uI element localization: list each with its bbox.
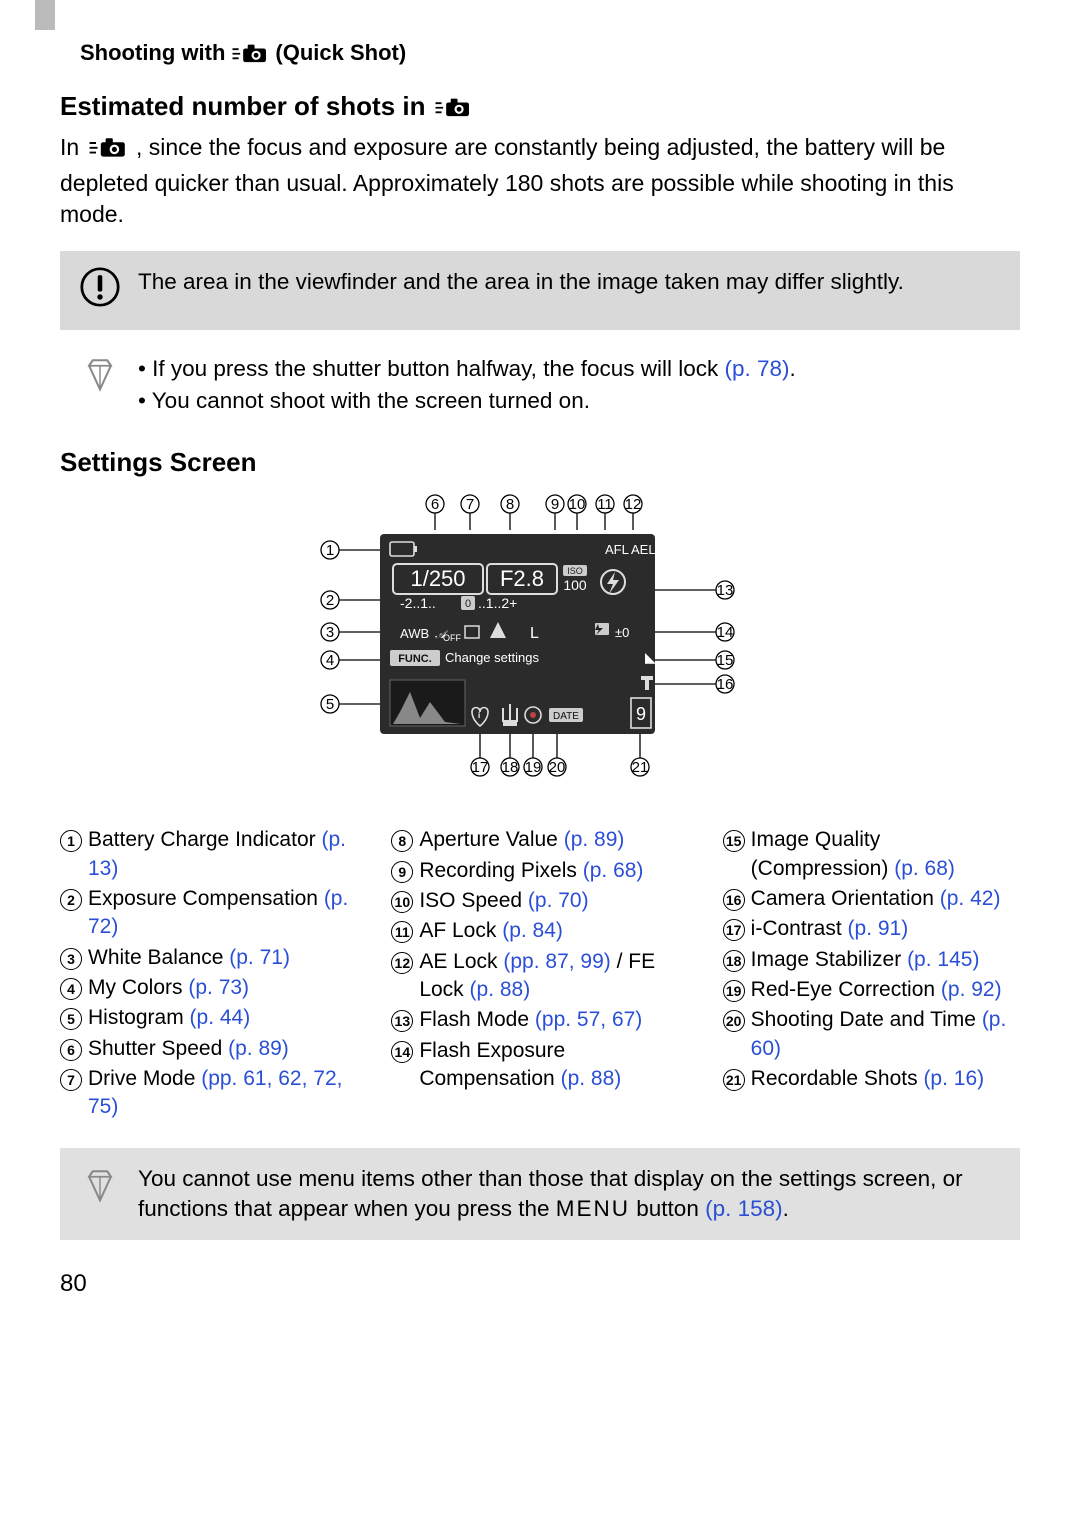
svg-text:AEL: AEL	[631, 542, 656, 557]
svg-text:1/250: 1/250	[410, 566, 465, 591]
header-prefix: Shooting with	[80, 40, 225, 66]
legend-number: 1	[60, 830, 82, 852]
page-link[interactable]: (p. 70)	[528, 889, 589, 912]
section-heading-estimated-shots: Estimated number of shots in	[60, 91, 1020, 122]
pencil-icon	[80, 353, 120, 400]
svg-text:4: 4	[326, 652, 334, 669]
warning-text: The area in the viewfinder and the area …	[138, 267, 904, 297]
settings-screen-diagram: 6 7 8 9 10 11 12 1 2 3 4 5 13 14 15	[305, 492, 775, 802]
svg-text:9: 9	[636, 704, 646, 724]
svg-text:7: 7	[466, 496, 474, 513]
page-number: 80	[60, 1270, 1020, 1298]
page-link[interactable]: (p. 42)	[940, 887, 1001, 910]
bottom-note-text: You cannot use menu items other than tho…	[138, 1164, 1000, 1225]
tip-line-1: If you press the shutter button halfway,…	[138, 353, 796, 385]
page-link[interactable]: (p. 68)	[894, 857, 955, 880]
svg-text:15: 15	[717, 652, 734, 669]
page-link[interactable]: (p. 44)	[190, 1006, 251, 1029]
svg-text:13: 13	[717, 582, 734, 599]
svg-text:±0: ±0	[615, 625, 629, 640]
page-tab	[35, 0, 55, 30]
quick-shot-icon	[434, 95, 472, 119]
page-link[interactable]: (p. 16)	[923, 1067, 984, 1090]
svg-text:10: 10	[569, 496, 586, 513]
page-link[interactable]: (p. 145)	[907, 948, 979, 971]
svg-text:2: 2	[326, 592, 334, 609]
page-link[interactable]: (p. 158)	[705, 1196, 783, 1221]
svg-text:F2.8: F2.8	[500, 566, 544, 591]
page-link[interactable]: (p. 89)	[564, 828, 625, 851]
svg-text:L: L	[530, 625, 539, 642]
svg-text:..1..2+: ..1..2+	[478, 595, 517, 611]
diagram-callouts-left: 1 2 3 4 5	[321, 541, 380, 713]
tip-line-2: You cannot shoot with the screen turned …	[138, 385, 796, 417]
quick-shot-icon	[86, 138, 136, 164]
diagram-callouts-bottom: 17 18 19 20 21	[471, 732, 649, 776]
svg-text:16: 16	[717, 676, 734, 693]
svg-text:FUNC.: FUNC.	[398, 653, 432, 665]
page-link[interactable]: (p. 91)	[848, 917, 909, 940]
svg-text:3: 3	[326, 624, 334, 641]
svg-text:21: 21	[632, 759, 649, 776]
legend: 1Battery Charge Indicator (p. 13) 2Expos…	[60, 826, 1020, 1123]
warning-box: The area in the viewfinder and the area …	[60, 251, 1020, 330]
svg-text:5: 5	[326, 696, 334, 713]
page-link[interactable]: (p. 84)	[502, 919, 563, 942]
page-link[interactable]: (pp. 57, 67)	[535, 1008, 642, 1031]
menu-button-label: MENU	[556, 1196, 630, 1221]
page-link[interactable]: (p. 71)	[229, 946, 290, 969]
page-link[interactable]: (p. 88)	[470, 978, 531, 1001]
svg-text:0: 0	[465, 598, 471, 610]
header-suffix: (Quick Shot)	[275, 40, 406, 66]
svg-text:11: 11	[597, 496, 613, 513]
svg-text:19: 19	[525, 759, 542, 776]
page-header: Shooting with (Quick Shot)	[80, 40, 1020, 66]
svg-text:Change settings: Change settings	[445, 650, 539, 665]
page-link[interactable]: (p. 68)	[583, 859, 644, 882]
bottom-note-box: You cannot use menu items other than tho…	[60, 1148, 1020, 1241]
page-link[interactable]: (p. 73)	[188, 976, 249, 999]
svg-text:-2..1..: -2..1..	[400, 595, 436, 611]
estimated-shots-paragraph: In , since the focus and exposure are co…	[60, 132, 1020, 231]
svg-text:20: 20	[549, 759, 566, 776]
svg-text:9: 9	[551, 496, 559, 513]
diagram-callouts-right: 13 14 15 16	[655, 581, 734, 693]
svg-text:18: 18	[502, 759, 519, 776]
svg-text:1: 1	[326, 542, 334, 559]
svg-text:i: i	[478, 711, 480, 720]
tips-box: If you press the shutter button halfway,…	[60, 345, 1020, 432]
svg-text:100: 100	[563, 577, 587, 593]
svg-text:◣: ◣	[645, 649, 656, 665]
caution-icon	[80, 267, 120, 314]
svg-text:ISO: ISO	[567, 566, 583, 576]
svg-text:OFF: OFF	[443, 633, 461, 643]
page-link[interactable]: (pp. 87, 99)	[503, 950, 610, 973]
quick-shot-icon	[231, 41, 269, 65]
page-link[interactable]: (p. 88)	[561, 1067, 622, 1090]
section-heading-settings-screen: Settings Screen	[60, 447, 1020, 478]
svg-text:DATE: DATE	[553, 711, 579, 722]
diagram-callouts-top: 6 7 8 9 10 11 12	[426, 495, 642, 530]
svg-text:6: 6	[431, 496, 439, 513]
svg-text:14: 14	[717, 624, 734, 641]
svg-text:17: 17	[472, 759, 489, 776]
pencil-icon	[80, 1164, 120, 1211]
page-link[interactable]: (p. 78)	[725, 356, 790, 381]
page-link[interactable]: (p. 92)	[941, 978, 1002, 1001]
svg-text:8: 8	[506, 496, 514, 513]
svg-text:12: 12	[625, 496, 642, 513]
page-link[interactable]: (p. 89)	[228, 1037, 289, 1060]
svg-text:AWB: AWB	[400, 626, 429, 641]
svg-text:AFL: AFL	[605, 542, 629, 557]
